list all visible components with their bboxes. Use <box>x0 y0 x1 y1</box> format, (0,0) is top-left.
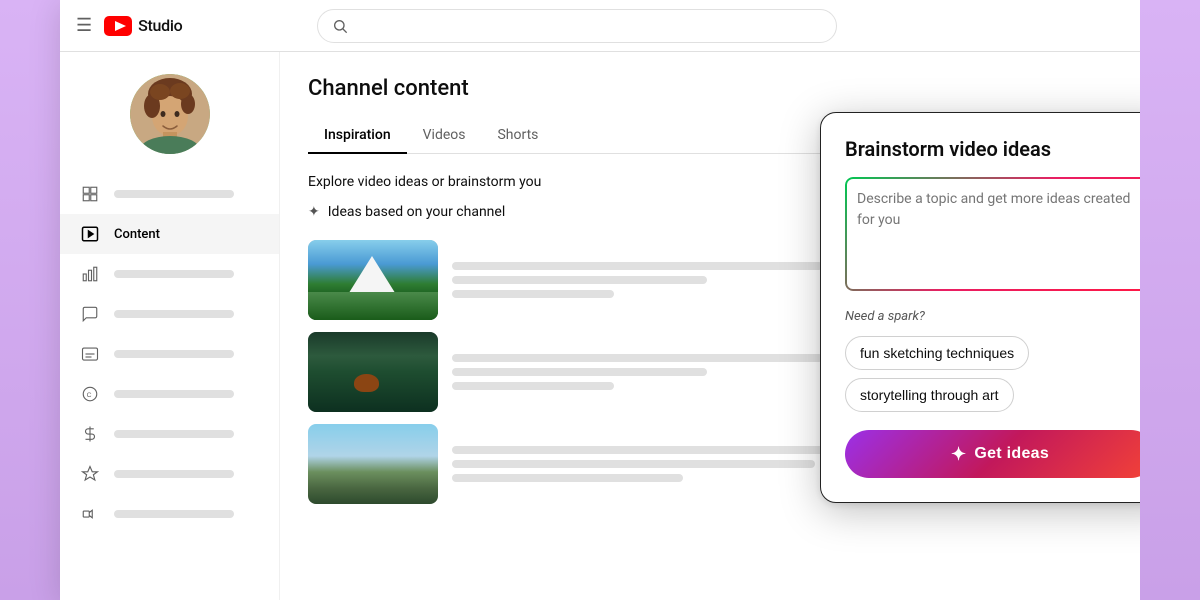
analytics-icon <box>80 264 100 284</box>
content-icon <box>80 224 100 244</box>
get-ideas-label: Get ideas <box>974 445 1049 463</box>
avatar <box>130 74 210 154</box>
need-spark-label: Need a spark? <box>845 309 1140 324</box>
idea-textarea[interactable] <box>845 177 1140 287</box>
dashboard-icon <box>80 184 100 204</box>
meta-line <box>452 276 707 284</box>
sidebar-item-label <box>114 270 234 278</box>
youtube-icon <box>104 16 132 36</box>
thumb-hike <box>308 424 438 504</box>
tab-inspiration[interactable]: Inspiration <box>308 117 407 153</box>
spark-chips: fun sketching techniques storytelling th… <box>845 336 1140 412</box>
bg-left <box>0 0 60 600</box>
customization-icon <box>80 464 100 484</box>
meta-line <box>452 354 823 362</box>
sidebar-item-audio[interactable] <box>60 494 279 534</box>
content-label: Content <box>114 227 160 242</box>
sidebar-item-label <box>114 310 234 318</box>
content-area: Channel content Inspiration Videos Short… <box>280 52 1140 600</box>
textarea-wrapper[interactable] <box>845 177 1140 291</box>
chip-fun-sketching[interactable]: fun sketching techniques <box>845 336 1029 370</box>
video-thumb-3 <box>308 424 438 504</box>
svg-text:C: C <box>87 392 92 399</box>
brainstorm-title: Brainstorm video ideas <box>845 137 1140 161</box>
tab-shorts[interactable]: Shorts <box>481 117 554 153</box>
sidebar-item-label <box>114 350 234 358</box>
search-icon <box>332 18 348 34</box>
sidebar-item-label <box>114 470 234 478</box>
subtitles-icon <box>80 344 100 364</box>
monetization-icon <box>80 424 100 444</box>
sparkle-icon: ✦ <box>308 204 320 220</box>
sidebar-item-analytics[interactable] <box>60 254 279 294</box>
sidebar-item-dashboard[interactable] <box>60 174 279 214</box>
sidebar-item-label <box>114 510 234 518</box>
page-title: Channel content <box>308 76 1112 101</box>
sidebar: Content <box>60 52 280 600</box>
sidebar-item-comments[interactable] <box>60 294 279 334</box>
meta-line <box>452 460 815 468</box>
audio-icon <box>80 504 100 524</box>
meta-line <box>452 382 614 390</box>
topbar: ☰ Studio <box>60 0 1140 52</box>
video-thumb-1 <box>308 240 438 320</box>
sidebar-item-label <box>114 190 234 198</box>
meta-line <box>452 474 683 482</box>
logo-container: Studio <box>104 16 182 36</box>
sidebar-item-copyright[interactable]: C <box>60 374 279 414</box>
studio-label: Studio <box>138 16 182 35</box>
ideas-based-label: Ideas based on your channel <box>328 204 506 220</box>
menu-icon[interactable]: ☰ <box>76 15 92 36</box>
sidebar-item-customization[interactable] <box>60 454 279 494</box>
meta-line <box>452 368 707 376</box>
search-bar[interactable] <box>317 9 837 43</box>
app-container: ☰ Studio <box>60 0 1140 600</box>
thumb-mountain <box>308 240 438 320</box>
meta-line <box>452 290 614 298</box>
main-body: Content <box>60 52 1140 600</box>
sidebar-item-label <box>114 390 234 398</box>
avatar-container <box>60 64 279 174</box>
sidebar-nav: Content <box>60 174 279 534</box>
chip-storytelling[interactable]: storytelling through art <box>845 378 1014 412</box>
get-ideas-button[interactable]: ✦ Get ideas <box>845 430 1140 478</box>
video-thumb-2 <box>308 332 438 412</box>
comments-icon <box>80 304 100 324</box>
bg-right <box>1140 0 1200 600</box>
thumb-lake <box>308 332 438 412</box>
sidebar-item-monetization[interactable] <box>60 414 279 454</box>
brainstorm-panel: Brainstorm video ideas Need a spark? fun… <box>820 112 1140 503</box>
tab-videos[interactable]: Videos <box>407 117 482 153</box>
copyright-icon: C <box>80 384 100 404</box>
sidebar-item-label <box>114 430 234 438</box>
sidebar-item-content[interactable]: Content <box>60 214 279 254</box>
sparkle-btn-icon: ✦ <box>951 444 966 465</box>
meta-line <box>452 262 823 270</box>
sidebar-item-subtitles[interactable] <box>60 334 279 374</box>
